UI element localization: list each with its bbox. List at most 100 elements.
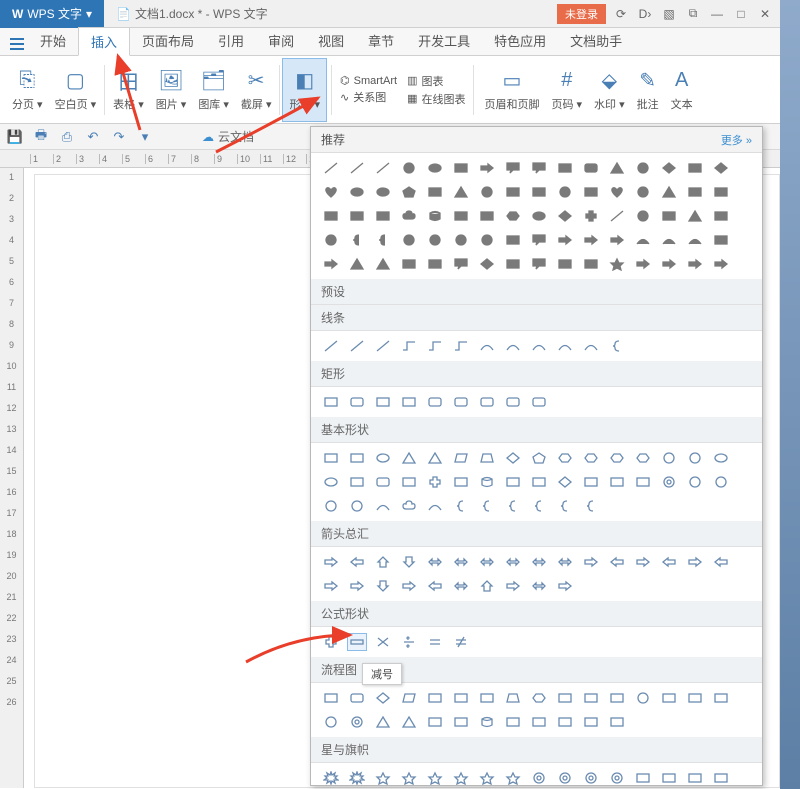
shape-star[interactable] bbox=[607, 255, 627, 273]
shape-hex[interactable] bbox=[555, 449, 575, 467]
shape-heart[interactable] bbox=[321, 183, 341, 201]
shape-tri[interactable] bbox=[659, 183, 679, 201]
shape-arrR[interactable] bbox=[555, 231, 575, 249]
shape-curve[interactable] bbox=[529, 337, 549, 355]
save-icon[interactable]: 💾 bbox=[6, 128, 24, 146]
shape-arrL[interactable] bbox=[425, 577, 445, 595]
shape-circ[interactable] bbox=[555, 183, 575, 201]
shape-rect[interactable] bbox=[685, 689, 705, 707]
shape-arrR[interactable] bbox=[581, 553, 601, 571]
shape-arrD[interactable] bbox=[399, 553, 419, 571]
shape-rect[interactable] bbox=[555, 713, 575, 731]
shape-rect[interactable] bbox=[503, 183, 523, 201]
tab-3[interactable]: 引用 bbox=[206, 27, 256, 55]
shape-arrR[interactable] bbox=[477, 159, 497, 177]
shape-tri[interactable] bbox=[373, 713, 393, 731]
shape-rrect[interactable] bbox=[373, 473, 393, 491]
shape-tri[interactable] bbox=[607, 159, 627, 177]
ribbon-文本[interactable]: A文本 bbox=[665, 58, 699, 122]
shape-circ[interactable] bbox=[685, 449, 705, 467]
tab-4[interactable]: 审阅 bbox=[256, 27, 306, 55]
ribbon-图片 ▾[interactable]: 🖼图片 ▾ bbox=[150, 58, 193, 122]
shape-circ[interactable] bbox=[711, 473, 731, 491]
shape-rect[interactable] bbox=[347, 207, 367, 225]
shape-star[interactable] bbox=[373, 769, 393, 786]
shape-dia[interactable] bbox=[477, 255, 497, 273]
login-status[interactable]: 未登录 bbox=[557, 4, 606, 24]
shape-rect[interactable] bbox=[451, 207, 471, 225]
shape-rrect[interactable] bbox=[451, 393, 471, 411]
shape-arrR[interactable] bbox=[503, 577, 523, 595]
shape-tri[interactable] bbox=[399, 449, 419, 467]
ribbon-页眉和页脚[interactable]: ▭页眉和页脚 bbox=[478, 58, 545, 122]
popout-icon[interactable]: ⧉ bbox=[682, 4, 704, 24]
redo-icon[interactable]: ↷ bbox=[110, 128, 128, 146]
maximize-button[interactable]: □ bbox=[730, 4, 752, 24]
shape-tri[interactable] bbox=[451, 183, 471, 201]
shape-hex[interactable] bbox=[529, 689, 549, 707]
shape-ell[interactable] bbox=[321, 473, 341, 491]
shape-rect[interactable] bbox=[477, 207, 497, 225]
online-chart-button[interactable]: ▦在线图表 bbox=[407, 91, 465, 107]
shape-line[interactable] bbox=[607, 207, 627, 225]
shape-pent[interactable] bbox=[529, 449, 549, 467]
relation-chart-button[interactable]: ∿关系图 bbox=[340, 89, 397, 105]
shape-arrR[interactable] bbox=[659, 255, 679, 273]
more-icon[interactable]: ▾ bbox=[136, 128, 154, 146]
shape-rect[interactable] bbox=[503, 231, 523, 249]
shape-ell[interactable] bbox=[373, 183, 393, 201]
shape-tri[interactable] bbox=[425, 449, 445, 467]
shape-rrect[interactable] bbox=[425, 393, 445, 411]
shape-rect[interactable] bbox=[581, 713, 601, 731]
minimize-button[interactable]: — bbox=[706, 4, 728, 24]
shape-hex[interactable] bbox=[581, 449, 601, 467]
shape-arrR[interactable] bbox=[633, 553, 653, 571]
ribbon-截屏 ▾[interactable]: ✂截屏 ▾ bbox=[235, 58, 278, 122]
shape-circ[interactable] bbox=[685, 473, 705, 491]
shape-arrLR[interactable] bbox=[529, 577, 549, 595]
shape-dia[interactable] bbox=[555, 207, 575, 225]
shape-arrLR[interactable] bbox=[477, 553, 497, 571]
shape-div[interactable] bbox=[399, 633, 419, 651]
shape-circ[interactable] bbox=[659, 449, 679, 467]
shape-arrLR[interactable] bbox=[555, 553, 575, 571]
shape-ell[interactable] bbox=[373, 449, 393, 467]
shape-brace[interactable] bbox=[581, 497, 601, 515]
pin-icon[interactable]: ▧ bbox=[658, 4, 680, 24]
shape-callout[interactable] bbox=[529, 159, 549, 177]
shape-hex[interactable] bbox=[607, 449, 627, 467]
shape-curve[interactable] bbox=[633, 231, 653, 249]
shape-tri[interactable] bbox=[347, 255, 367, 273]
tab-8[interactable]: 特色应用 bbox=[482, 27, 558, 55]
shape-rrect[interactable] bbox=[529, 393, 549, 411]
tab-1[interactable]: 插入 bbox=[78, 27, 130, 56]
shape-curve[interactable] bbox=[555, 337, 575, 355]
shape-line[interactable] bbox=[321, 337, 341, 355]
shape-cyl[interactable] bbox=[477, 473, 497, 491]
shape-curve[interactable] bbox=[581, 337, 601, 355]
shape-line[interactable] bbox=[373, 337, 393, 355]
shape-trap[interactable] bbox=[503, 689, 523, 707]
shape-rect[interactable] bbox=[477, 689, 497, 707]
ribbon-水印 ▾[interactable]: ⬙水印 ▾ bbox=[588, 58, 631, 122]
shape-star[interactable] bbox=[451, 769, 471, 786]
smartart-button[interactable]: ⌬SmartArt bbox=[340, 74, 397, 87]
shape-brace[interactable] bbox=[373, 231, 393, 249]
shape-circ[interactable] bbox=[321, 231, 341, 249]
shape-circ[interactable] bbox=[451, 231, 471, 249]
shape-arrLR[interactable] bbox=[529, 553, 549, 571]
shape-rect[interactable] bbox=[581, 183, 601, 201]
ribbon-分页 ▾[interactable]: ⎘分页 ▾ bbox=[6, 58, 49, 122]
shape-arrR[interactable] bbox=[633, 255, 653, 273]
shape-rect[interactable] bbox=[555, 159, 575, 177]
shape-curve[interactable] bbox=[373, 497, 393, 515]
shape-arrR[interactable] bbox=[607, 231, 627, 249]
shape-donut[interactable] bbox=[555, 769, 575, 786]
shape-rect[interactable] bbox=[321, 393, 341, 411]
shape-conn[interactable] bbox=[425, 337, 445, 355]
shape-rect[interactable] bbox=[633, 769, 653, 786]
shape-rect[interactable] bbox=[399, 473, 419, 491]
shape-rrect[interactable] bbox=[347, 393, 367, 411]
shape-rect[interactable] bbox=[373, 207, 393, 225]
shape-pent[interactable] bbox=[399, 183, 419, 201]
